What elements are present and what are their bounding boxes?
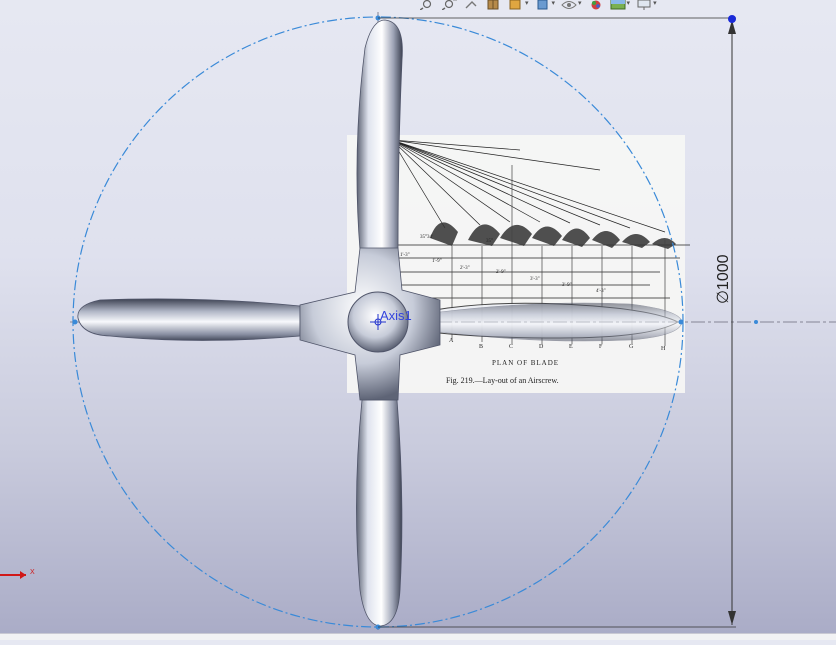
heads-up-view-toolbar: ▾ ▾ ▾ ▾ ▾ [420,0,710,10]
triad-x-label: X [30,569,35,576]
blade-bottom[interactable] [356,399,403,627]
edit-appearance-icon[interactable] [588,0,604,10]
display-style-icon[interactable] [535,0,551,10]
zoom-to-area-icon[interactable] [442,0,458,10]
dimension-value[interactable]: ∅1000 [715,254,732,304]
sketch-dim-label: 3'-3" [530,277,540,282]
sketch-dim-label: 1'-3" [400,253,410,258]
angle-label: 35°34' [420,235,433,240]
display-style-dropdown[interactable]: ▾ [552,0,556,8]
figure-caption: Fig. 219.—Lay-out of an Airscrew. [446,376,559,385]
propeller-model[interactable] [77,19,683,627]
dimension-handle[interactable] [728,15,736,23]
sketch-dim-label: 2'-9" [496,270,506,275]
model-canvas[interactable]: A B C D E F G H 35°34' 35° 1'-3" 1'-9" 2… [0,0,836,640]
station-label: D [539,344,544,350]
previous-view-icon[interactable] [464,0,480,10]
graphics-viewport[interactable]: A B C D E F G H 35°34' 35° 1'-3" 1'-9" 2… [0,0,836,640]
station-label: B [479,344,483,350]
view-orientation-icon[interactable] [508,0,524,10]
view-settings-dropdown[interactable]: ▾ [653,0,657,8]
blade-top[interactable] [356,19,403,251]
hide-show-dropdown[interactable]: ▾ [578,0,582,8]
bottom-status-strip [0,633,836,640]
blade-left[interactable] [77,298,301,341]
station-label: G [629,344,634,350]
station-label: E [569,344,573,350]
station-label: H [661,346,666,352]
sketch-dim-label: 1'-9" [432,259,442,264]
hide-show-items-icon[interactable] [561,0,577,10]
angle-label: 35° [486,239,493,244]
view-settings-icon[interactable] [636,0,652,10]
plan-of-blade-label: PLAN OF BLADE [492,359,559,367]
apply-scene-icon[interactable] [610,0,626,10]
station-label: C [509,344,513,350]
section-view-icon[interactable] [486,0,502,10]
sketch-dim-label: 4'-3" [596,289,606,294]
sketch-dim-label: 2'-3" [460,266,470,271]
sketch-dim-label: 3'-9" [562,283,572,288]
axis1-label[interactable]: Axis1 [380,308,412,323]
view-orientation-dropdown[interactable]: ▾ [525,0,529,8]
apply-scene-dropdown[interactable]: ▾ [627,0,631,8]
reference-triad: X [0,569,35,579]
station-label: A [449,338,454,344]
blade-right[interactable] [439,302,683,342]
zoom-to-fit-icon[interactable] [420,0,436,10]
